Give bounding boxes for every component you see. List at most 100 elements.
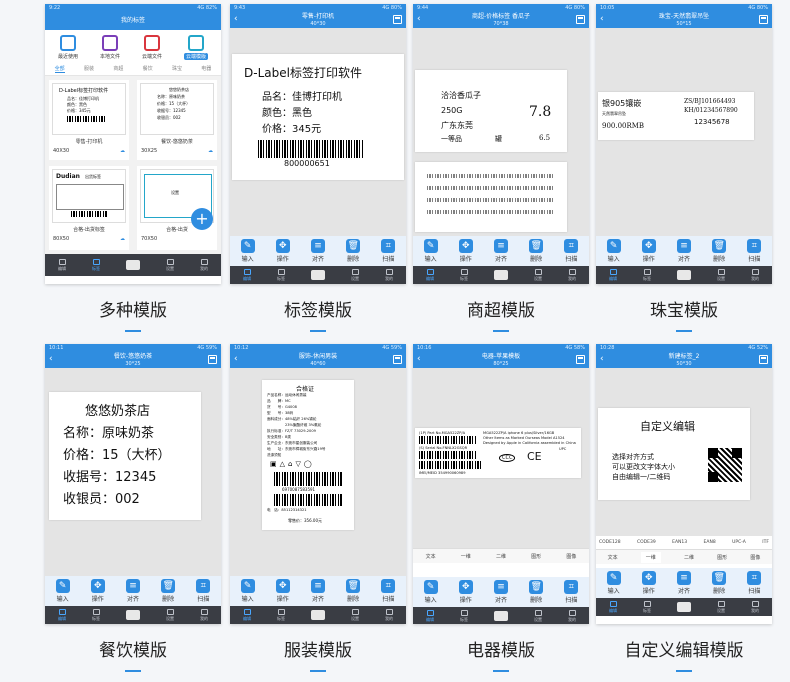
cloud-icon[interactable]: ☁	[120, 148, 125, 154]
nav-edit[interactable]: 编辑	[426, 609, 434, 623]
code-type[interactable]: UPC-A	[732, 540, 746, 545]
tool-delete[interactable]: 🗑 删除	[712, 571, 727, 595]
nav-mine[interactable]: 我的	[385, 268, 393, 282]
nav-mine[interactable]: 我的	[385, 608, 393, 622]
tool-delete[interactable]: 🗑 删除	[712, 239, 727, 263]
nav-edit[interactable]: 编辑	[243, 608, 251, 622]
quick-local[interactable]: 本地文件	[100, 35, 120, 60]
tab-2d[interactable]: 二维	[684, 554, 694, 561]
template-card[interactable]: Dudian 出货标签 合格-出货标签 80X50 ☁	[49, 166, 129, 250]
filter-all[interactable]: 全部	[54, 65, 65, 73]
tool-operate[interactable]: ✥ 操作	[641, 239, 656, 263]
label-preview[interactable]: 悠悠奶茶店 名称：原味奶茶 价格：15（大杯） 收据号：12345 收银员：00…	[49, 392, 201, 520]
label-preview[interactable]: D-Label标签打印软件 品名：佳博打印机 颜色：黑色 价格：345元 800…	[232, 54, 404, 180]
nav-mine[interactable]: 我的	[751, 268, 759, 282]
tool-scan[interactable]: ⌗ 扫描	[747, 571, 762, 595]
filter-clothing[interactable]: 服装	[84, 65, 94, 73]
code-type[interactable]: EAN13	[672, 540, 687, 545]
label-preview[interactable]: 洽洽香瓜子 250G 7.8 广东东莞 一等品 罐 6.5	[415, 70, 567, 152]
tool-scan[interactable]: ⌗ 扫描	[381, 579, 396, 603]
nav-print[interactable]	[677, 269, 691, 281]
nav-settings[interactable]: 设置	[166, 258, 174, 272]
save-icon[interactable]	[393, 15, 402, 24]
code-type[interactable]: CODE128	[599, 540, 621, 545]
nav-edit[interactable]: 编辑	[58, 258, 66, 272]
nav-print[interactable]	[311, 609, 325, 621]
nav-edit[interactable]: 编辑	[243, 268, 251, 282]
tool-scan[interactable]: ⌗ 扫描	[196, 579, 211, 603]
nav-settings[interactable]: 设置	[534, 268, 542, 282]
tab-shape[interactable]: 图形	[531, 553, 541, 560]
tool-operate[interactable]: ✥ 操作	[641, 571, 656, 595]
tool-align[interactable]: ≡ 对齐	[493, 580, 508, 604]
nav-edit[interactable]: 编辑	[609, 600, 617, 614]
nav-edit[interactable]: 编辑	[58, 608, 66, 622]
tool-operate[interactable]: ✥ 操作	[275, 579, 290, 603]
tab-image[interactable]: 图像	[566, 553, 576, 560]
filter-food[interactable]: 餐饮	[143, 65, 153, 73]
tool-scan[interactable]: ⌗ 扫描	[564, 239, 579, 263]
code-type[interactable]: ITF	[762, 540, 769, 545]
save-icon[interactable]	[759, 355, 768, 364]
tab-text[interactable]: 文本	[426, 553, 436, 560]
tool-input[interactable]: ✎ 输入	[606, 571, 621, 595]
tool-operate[interactable]: ✥ 操作	[90, 579, 105, 603]
tool-align[interactable]: ≡ 对齐	[125, 579, 140, 603]
tool-align[interactable]: ≡ 对齐	[676, 571, 691, 595]
tool-align[interactable]: ≡ 对齐	[676, 239, 691, 263]
tool-delete[interactable]: 🗑 删除	[529, 239, 544, 263]
back-icon[interactable]: ‹	[49, 355, 53, 364]
nav-label[interactable]: 标签	[643, 600, 651, 614]
nav-label[interactable]: 标签	[460, 609, 468, 623]
save-icon[interactable]	[208, 355, 217, 364]
filter-appliance[interactable]: 电器	[201, 65, 211, 73]
nav-label[interactable]: 标签	[92, 608, 100, 622]
tab-1d[interactable]: 一维	[640, 551, 661, 563]
save-icon[interactable]	[576, 15, 585, 24]
nav-print[interactable]	[494, 610, 508, 622]
back-icon[interactable]: ‹	[600, 355, 604, 364]
cloud-icon[interactable]: ☁	[208, 148, 213, 154]
label-preview-secondary[interactable]	[415, 162, 567, 232]
nav-settings[interactable]: 设置	[534, 609, 542, 623]
tool-delete[interactable]: 🗑 删除	[161, 579, 176, 603]
tool-input[interactable]: ✎ 输入	[606, 239, 621, 263]
tab-image[interactable]: 图像	[750, 554, 760, 561]
tool-operate[interactable]: ✥ 操作	[458, 239, 473, 263]
label-preview[interactable]: (1P) Part No.MGA522ZP/A (S) Serial No.FN…	[415, 428, 581, 478]
tool-input[interactable]: ✎ 输入	[240, 579, 255, 603]
nav-label[interactable]: 标签	[92, 258, 100, 272]
nav-mine[interactable]: 我的	[751, 600, 759, 614]
back-icon[interactable]: ‹	[234, 15, 238, 24]
quick-recent[interactable]: 最近使用	[58, 35, 78, 60]
back-icon[interactable]: ‹	[417, 15, 421, 24]
tool-delete[interactable]: 🗑 删除	[346, 579, 361, 603]
template-card[interactable]: 悠悠奶茶店 名称：原味奶茶 价格：15（大杯） 收据号：12345 收银员：00…	[137, 80, 217, 160]
tool-scan[interactable]: ⌗ 扫描	[564, 580, 579, 604]
tab-1d[interactable]: 一维	[461, 553, 471, 560]
tool-delete[interactable]: 🗑 删除	[529, 580, 544, 604]
tab-text[interactable]: 文本	[608, 554, 618, 561]
label-preview[interactable]: 自定义编辑 选择对齐方式 可以更改文字体大小 自由编辑一/二维码	[598, 408, 750, 500]
nav-label[interactable]: 标签	[277, 608, 285, 622]
nav-print[interactable]	[677, 601, 691, 613]
nav-label[interactable]: 标签	[460, 268, 468, 282]
nav-settings[interactable]: 设置	[717, 600, 725, 614]
filter-jewelry[interactable]: 珠宝	[172, 65, 182, 73]
nav-settings[interactable]: 设置	[166, 608, 174, 622]
quick-cloud-file[interactable]: 云端文件	[142, 35, 162, 60]
cloud-icon[interactable]: ☁	[120, 236, 125, 242]
nav-print[interactable]	[494, 269, 508, 281]
save-icon[interactable]	[759, 15, 768, 24]
save-icon[interactable]	[576, 355, 585, 364]
nav-label[interactable]: 标签	[643, 268, 651, 282]
back-icon[interactable]: ‹	[417, 355, 421, 364]
nav-edit[interactable]: 编辑	[609, 268, 617, 282]
template-card[interactable]: D-Label标签打印软件 品名：佳博打印机 颜色：黑色 价格：345元 零售-…	[49, 80, 129, 160]
nav-mine[interactable]: 我的	[568, 268, 576, 282]
save-icon[interactable]	[393, 355, 402, 364]
nav-mine[interactable]: 我的	[200, 608, 208, 622]
tool-input[interactable]: ✎ 输入	[240, 239, 255, 263]
nav-settings[interactable]: 设置	[351, 268, 359, 282]
tool-align[interactable]: ≡ 对齐	[493, 239, 508, 263]
